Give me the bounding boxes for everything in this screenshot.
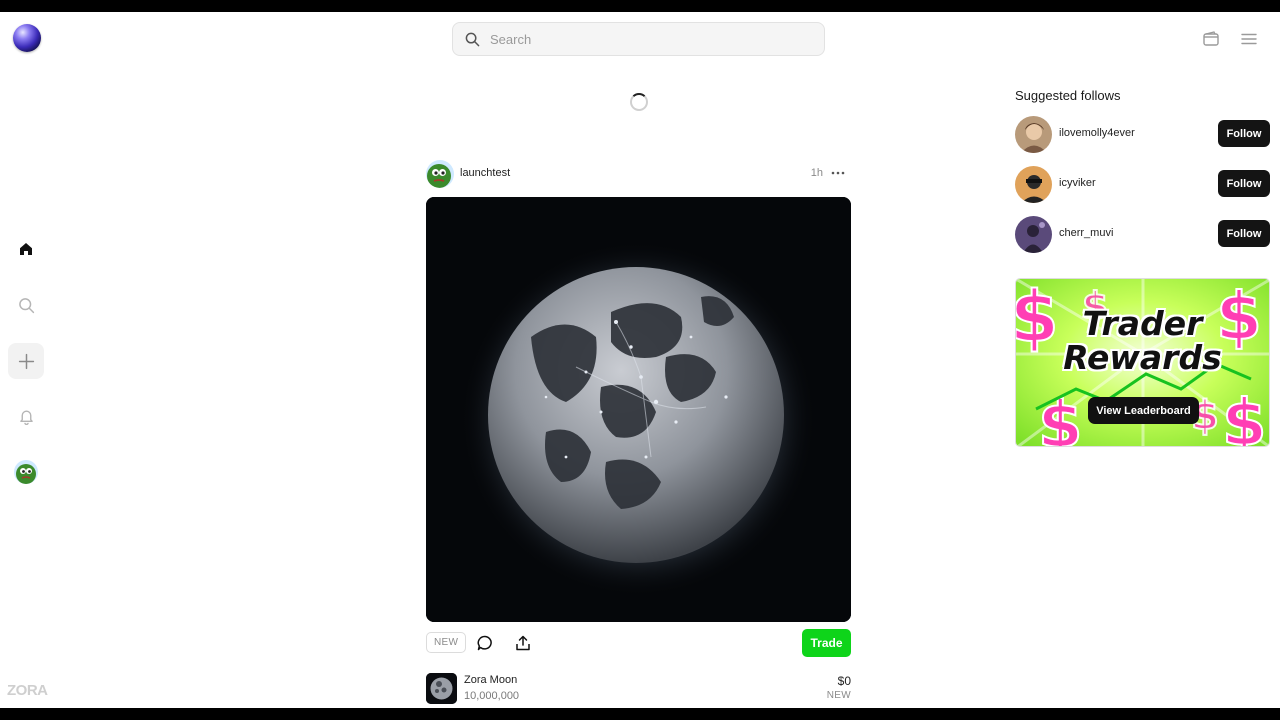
coin-supply: 10,000,000 (464, 690, 520, 702)
suggested-user-row: ilovemolly4ever Follow (1015, 116, 1270, 153)
suggested-user-row: icyviker Follow (1015, 166, 1270, 203)
svg-text:$: $ (1222, 387, 1267, 447)
post-image[interactable] (426, 197, 851, 622)
search-icon (18, 297, 34, 313)
comment-icon (477, 635, 492, 651)
coin-price: $0 (837, 674, 851, 688)
user-name[interactable]: ilovemolly4ever (1059, 127, 1135, 139)
post-timestamp: 1h (810, 167, 823, 179)
profile-avatar (14, 460, 38, 484)
user-name[interactable]: cherr_muvi (1059, 227, 1113, 239)
menu-icon[interactable] (1240, 30, 1258, 48)
follow-button[interactable]: Follow (1218, 120, 1270, 147)
promo-title-line2: Rewards (1063, 338, 1222, 377)
share-icon (516, 635, 530, 651)
user-avatar[interactable] (1015, 216, 1052, 253)
coin-row[interactable]: Zora Moon 10,000,000 $0 NEW (426, 672, 851, 706)
more-options-icon[interactable] (829, 164, 847, 182)
viewport: ZORA launchtest 1h (0, 12, 1280, 708)
zora-logo-orb[interactable] (13, 24, 41, 52)
post-author-name[interactable]: launchtest (460, 167, 510, 179)
loading-spinner (630, 93, 648, 111)
post-header: launchtest 1h (426, 160, 851, 188)
trader-rewards-banner[interactable]: $ $ $ $ $ $ Trader Rewards View Leaderbo… (1015, 278, 1270, 447)
trade-button[interactable]: Trade (802, 629, 851, 657)
search-bar[interactable] (452, 22, 825, 56)
nav-create[interactable] (8, 343, 44, 379)
user-name[interactable]: icyviker (1059, 177, 1096, 189)
share-button[interactable] (513, 633, 533, 653)
post-actions: NEW Trade (426, 629, 851, 657)
user-avatar[interactable] (1015, 166, 1052, 203)
suggested-follows-title: Suggested follows (1015, 88, 1121, 103)
home-icon (20, 243, 32, 255)
nav-home[interactable] (8, 231, 44, 267)
nav-notifications[interactable] (8, 398, 44, 434)
post-author-avatar[interactable] (426, 160, 454, 188)
new-badge: NEW (426, 632, 467, 653)
nav-search[interactable] (8, 287, 44, 323)
search-icon (465, 32, 480, 46)
coin-thumbnail (426, 673, 457, 704)
zora-wordmark[interactable]: ZORA (7, 682, 48, 699)
comment-button[interactable] (475, 633, 495, 653)
coin-status: NEW (826, 690, 851, 701)
nav-profile[interactable] (8, 454, 44, 490)
search-input[interactable] (490, 31, 790, 47)
view-leaderboard-button[interactable]: View Leaderboard (1088, 397, 1199, 424)
follow-button[interactable]: Follow (1218, 220, 1270, 247)
user-avatar[interactable] (1015, 116, 1052, 153)
coin-name: Zora Moon (464, 674, 518, 686)
plus-icon (18, 353, 34, 369)
wallet-icon[interactable] (1202, 30, 1220, 48)
follow-button[interactable]: Follow (1218, 170, 1270, 197)
bell-icon (19, 410, 33, 425)
promo-title-line1: Trader (1082, 304, 1203, 343)
suggested-user-row: cherr_muvi Follow (1015, 216, 1270, 253)
